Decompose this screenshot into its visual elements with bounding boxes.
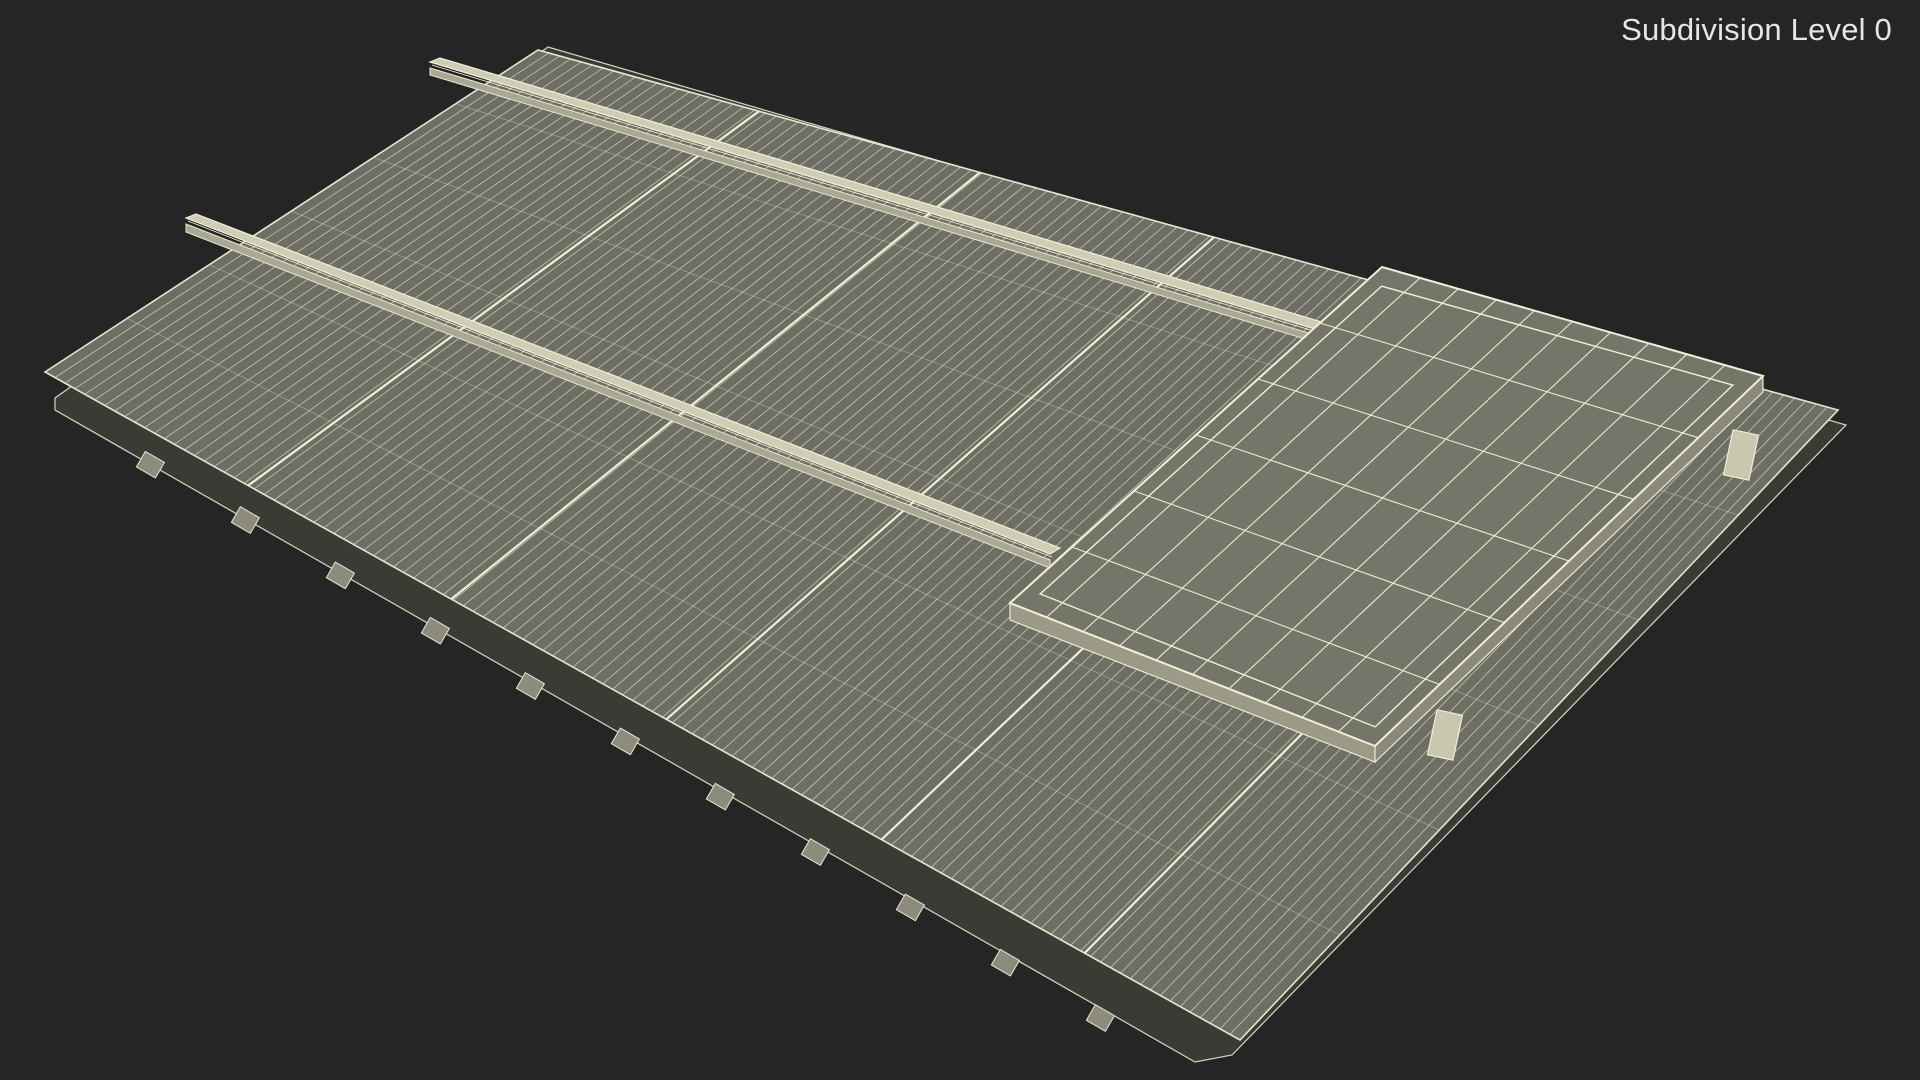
viewport[interactable]: Subdivision Level 0 bbox=[0, 0, 1920, 1080]
subdivision-level-label: Subdivision Level 0 bbox=[1621, 12, 1892, 47]
wireframe-scene[interactable] bbox=[0, 0, 1920, 1080]
